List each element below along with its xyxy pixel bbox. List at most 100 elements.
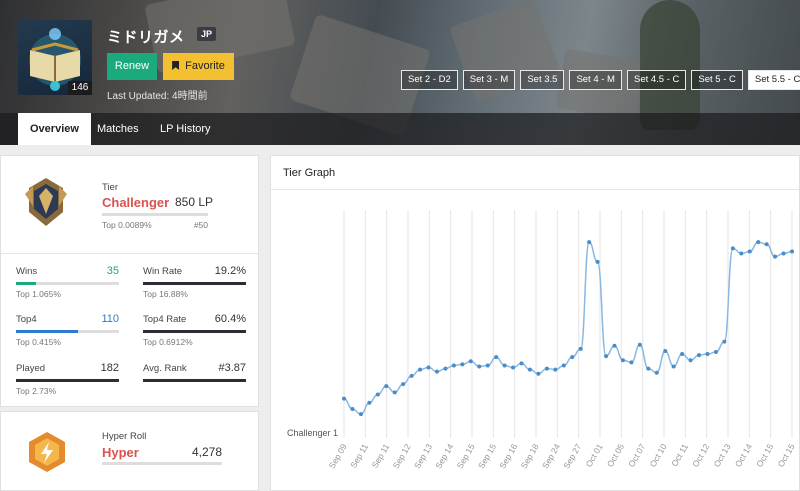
data-point: [629, 360, 634, 365]
data-point: [561, 363, 566, 368]
series-line: [343, 241, 793, 415]
data-point: [688, 358, 693, 363]
summoner-name: ミドリガメ: [107, 29, 185, 46]
data-point: [434, 369, 439, 374]
x-tick-label: Oct 15: [754, 442, 775, 469]
tab-overview[interactable]: Overview: [18, 113, 91, 145]
bookmark-icon: [172, 61, 180, 70]
set-button[interactable]: Set 3 - M: [462, 70, 516, 90]
x-tick-label: Oct 14: [733, 442, 754, 469]
last-updated: Last Updated: 4時間前: [107, 91, 208, 102]
tier-top: Top 0.0089%: [102, 220, 152, 230]
stat-value: 110: [101, 313, 119, 325]
data-point: [401, 382, 406, 387]
stat-bar-fill: [16, 282, 36, 285]
data-point: [477, 364, 482, 369]
stat-bar: [143, 330, 246, 333]
stat-sub: Top 0.6912%: [143, 337, 193, 347]
stat-3: Top4 Rate 60.4% Top 0.6912%: [143, 313, 246, 347]
favorite-button[interactable]: Favorite: [163, 53, 234, 80]
stat-bar: [143, 379, 246, 382]
hyper-rank: Hyper: [102, 445, 139, 460]
data-point: [722, 339, 727, 344]
stat-bar-fill: [16, 330, 78, 333]
set-button[interactable]: Set 2 - D2: [401, 70, 458, 90]
set-button[interactable]: Set 4.5 - C: [626, 70, 687, 90]
x-tick-label: Sep 27: [561, 442, 583, 471]
data-point: [375, 392, 380, 397]
x-tick-label: Sep 11: [370, 442, 392, 470]
data-point: [502, 363, 507, 368]
set-button-active[interactable]: Set 5.5 - C: [747, 70, 800, 90]
stat-bar-fill: [143, 282, 246, 285]
data-point: [409, 373, 414, 378]
stat-4: Played 182 Top 2.73%: [16, 362, 119, 396]
data-point: [468, 359, 473, 364]
stat-sub: Top 2.73%: [16, 386, 57, 396]
stat-bar: [16, 282, 119, 285]
hyper-roll-card: Hyper Roll Hyper 4,278: [0, 411, 259, 491]
x-tick-label: Oct 05: [605, 442, 626, 469]
data-point: [342, 396, 346, 401]
data-point: [705, 352, 710, 357]
x-tick-label: Oct 10: [648, 442, 669, 469]
stat-bar-fill: [143, 330, 246, 333]
hyper-emblem-icon: [29, 432, 65, 472]
stat-sub: Top 1.065%: [16, 289, 61, 299]
renew-button[interactable]: Renew: [107, 53, 157, 80]
data-point: [637, 342, 642, 347]
tier-graph-title: Tier Graph: [283, 167, 336, 179]
data-point: [367, 400, 372, 405]
hyper-bar: [102, 462, 222, 465]
data-point: [384, 384, 389, 389]
x-tick-label: Oct 13: [712, 442, 733, 469]
data-point: [612, 343, 617, 348]
tab-lp-history[interactable]: LP History: [148, 113, 223, 145]
data-point: [418, 367, 423, 372]
x-tick-label: Sep 15: [476, 442, 498, 471]
data-point: [713, 349, 718, 354]
x-tick-label: Oct 12: [690, 442, 711, 469]
data-point: [536, 371, 541, 376]
tier-label: Tier: [102, 182, 119, 193]
stat-bar-fill: [16, 379, 119, 382]
y-axis-label: Challenger 1: [287, 428, 338, 438]
data-point: [739, 251, 744, 256]
data-point: [392, 390, 397, 395]
data-point: [451, 363, 456, 368]
stat-bar: [16, 379, 119, 382]
x-tick-label: Sep 09: [327, 442, 349, 471]
tier-graph-chart: Sep 09 Sep 11 Sep 11 Sep 12 Sep 13 Sep 14 Sep …: [287, 210, 797, 471]
stat-sub: Top 0.415%: [16, 337, 61, 347]
tier-position: #50: [193, 220, 208, 230]
data-point: [350, 406, 355, 411]
set-button[interactable]: Set 5 - C: [691, 70, 743, 90]
tier-bar: [102, 213, 208, 216]
data-point: [494, 355, 499, 360]
stat-value: 60.4%: [214, 313, 246, 325]
stat-1: Win Rate 19.2% Top 16.88%: [143, 265, 246, 299]
stat-value: 19.2%: [214, 265, 246, 277]
x-tick-label: Oct 07: [626, 442, 647, 469]
x-tick-label: Sep 24: [540, 442, 562, 471]
data-point: [511, 365, 516, 370]
stat-2: Top4 110 Top 0.415%: [16, 313, 119, 347]
set-button[interactable]: Set 4 - M: [569, 70, 622, 90]
data-point: [747, 249, 752, 254]
stat-5: Avg. Rank #3.87: [143, 362, 246, 382]
data-point: [781, 251, 786, 256]
data-point: [578, 346, 583, 351]
hyper-value: 4,278: [191, 445, 222, 459]
level-badge: 146: [68, 81, 92, 95]
tab-matches[interactable]: Matches: [85, 113, 151, 145]
x-tick-label: Sep 13: [412, 442, 434, 471]
data-point: [527, 367, 532, 372]
data-point: [620, 358, 625, 363]
set-button[interactable]: Set 3.5: [520, 70, 565, 90]
favorite-label: Favorite: [185, 60, 225, 72]
data-point: [443, 366, 448, 371]
x-tick-label: Sep 12: [391, 442, 413, 471]
data-point: [790, 249, 794, 254]
stat-bar: [16, 330, 119, 333]
data-point: [570, 355, 575, 360]
